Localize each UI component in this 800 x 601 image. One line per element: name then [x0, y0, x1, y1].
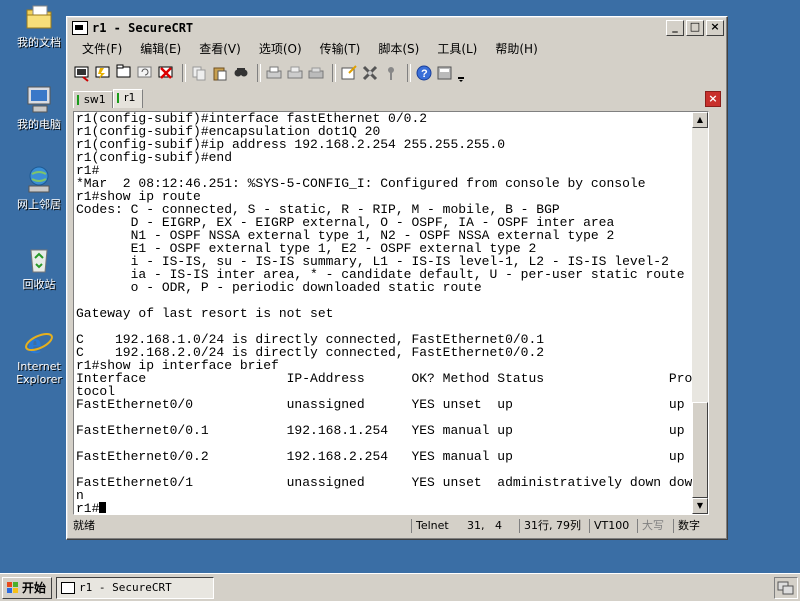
toolbar-separator	[257, 64, 261, 82]
menu-tools[interactable]: 工具(L)	[425, 40, 483, 57]
start-label: 开始	[22, 581, 47, 595]
terminal-line: r1#	[76, 502, 692, 514]
desktop-icon-internet-explorer[interactable]: e Internet Explorer	[4, 326, 74, 386]
status-caps-lock: 大写	[637, 519, 664, 533]
toolbar-separator	[332, 64, 336, 82]
help-icon[interactable]: ?	[415, 64, 433, 82]
desktop-icon-network-places[interactable]: 网上邻居	[4, 164, 74, 211]
network-status-icon[interactable]	[775, 578, 795, 596]
reconnect-icon[interactable]	[136, 64, 154, 82]
my-documents-icon	[23, 2, 55, 34]
quick-connect-icon[interactable]	[94, 64, 112, 82]
minimize-button[interactable]: _	[666, 20, 684, 36]
desktop-icon-label: 网上邻居	[17, 198, 61, 211]
global-options-icon[interactable]	[361, 64, 379, 82]
taskbar: 开始 r1 - SecureCRT	[0, 573, 800, 601]
taskbar-item-securecrt[interactable]: r1 - SecureCRT	[56, 577, 214, 599]
taskbar-item-label: r1 - SecureCRT	[79, 581, 172, 594]
tab-label: r1	[124, 91, 136, 104]
status-ready: 就绪	[73, 519, 95, 532]
svg-text:?: ?	[421, 68, 428, 80]
desktop-icon-label: 我的文档	[17, 36, 61, 49]
terminal-line: o - ODR, P - periodic downloaded static …	[76, 280, 482, 295]
desktop-icon-recycle-bin[interactable]: 回收站	[4, 244, 74, 291]
svg-text:e: e	[28, 327, 41, 358]
desktop-icon-my-computer[interactable]: 我的电脑	[4, 84, 74, 131]
title-bar[interactable]: r1 - SecureCRT _ □ ×	[70, 19, 724, 37]
toolbar-separator	[182, 64, 186, 82]
desktop-icon-label: 我的电脑	[17, 118, 61, 131]
close-tab-icon[interactable]: ×	[705, 91, 721, 107]
securecrt-window: r1 - SecureCRT _ □ × 文件(F) 编辑(E) 查看(V) 选…	[66, 16, 728, 540]
print-screen-icon[interactable]	[307, 64, 325, 82]
session-tabs: sw1 r1 ×	[73, 89, 721, 109]
disconnect-icon[interactable]	[157, 64, 175, 82]
sftp-icon[interactable]	[436, 64, 454, 82]
desktop-icon-label: 回收站	[22, 278, 56, 291]
copy-icon[interactable]	[190, 64, 208, 82]
terminal-line: Interface IP-Address OK? Method Status P…	[76, 371, 693, 386]
system-tray	[774, 577, 798, 599]
start-button[interactable]: 开始	[2, 577, 52, 599]
network-places-icon	[23, 164, 55, 196]
session-options-icon[interactable]	[340, 64, 358, 82]
status-emulation: VT100	[589, 519, 629, 533]
toolbar-separator	[407, 64, 411, 82]
scroll-down-icon[interactable]: ▼	[692, 498, 708, 514]
recycle-bin-icon	[23, 244, 55, 276]
terminal-line: FastEthernet0/1 unassigned YES unset adm…	[76, 475, 693, 490]
status-num-lock: 数字	[673, 519, 700, 533]
status-protocol: Telnet	[411, 519, 449, 533]
menu-bar: 文件(F) 编辑(E) 查看(V) 选项(O) 传输(T) 脚本(S) 工具(L…	[70, 39, 724, 57]
terminal-line: Gateway of last resort is not set	[76, 306, 334, 321]
connect-tab-icon[interactable]	[115, 64, 133, 82]
status-row-col: 31行, 79列	[519, 519, 581, 533]
find-icon[interactable]	[232, 64, 250, 82]
terminal-line: r1(config-subif)#end	[76, 150, 233, 165]
terminal-line: FastEthernet0/0.2 192.168.2.254 YES manu…	[76, 449, 685, 464]
securecrt-app-icon	[61, 582, 75, 594]
scroll-thumb[interactable]	[692, 402, 708, 498]
print-icon[interactable]	[265, 64, 283, 82]
internet-explorer-icon: e	[23, 326, 55, 360]
toolbar-overflow-icon[interactable]	[457, 64, 465, 82]
terminal-pane[interactable]: r1(config-subif)#interface fastEthernet …	[73, 111, 709, 515]
menu-edit[interactable]: 编辑(E)	[128, 40, 187, 57]
maximize-button[interactable]: □	[686, 20, 704, 36]
desktop-icon-label: Internet Explorer	[16, 360, 62, 386]
close-button[interactable]: ×	[706, 20, 724, 36]
menu-script[interactable]: 脚本(S)	[366, 40, 425, 57]
terminal-line: FastEthernet0/0.1 192.168.1.254 YES manu…	[76, 423, 685, 438]
connect-icon[interactable]	[73, 64, 91, 82]
menu-transfer[interactable]: 传输(T)	[308, 40, 367, 57]
scroll-up-icon[interactable]: ▲	[692, 112, 708, 128]
keymap-icon[interactable]	[382, 64, 400, 82]
securecrt-app-icon	[72, 21, 88, 35]
menu-options[interactable]: 选项(O)	[247, 40, 308, 57]
print-selection-icon[interactable]	[286, 64, 304, 82]
my-computer-icon	[23, 84, 55, 116]
windows-logo-icon	[7, 582, 19, 594]
tab-sw1[interactable]: sw1	[73, 91, 113, 108]
tab-r1[interactable]: r1	[113, 89, 143, 108]
toolbar: ?	[73, 61, 721, 85]
terminal-cursor	[99, 502, 107, 513]
desktop-icon-my-documents[interactable]: 我的文档	[4, 2, 74, 49]
menu-file[interactable]: 文件(F)	[70, 40, 128, 57]
tab-label: sw1	[84, 93, 106, 106]
menu-help[interactable]: 帮助(H)	[483, 40, 543, 57]
window-title: r1 - SecureCRT	[92, 21, 194, 35]
menu-view[interactable]: 查看(V)	[187, 40, 247, 57]
terminal-line: FastEthernet0/0 unassigned YES unset up …	[76, 397, 685, 412]
terminal-line: n	[76, 488, 84, 503]
status-cursor-position: 31, 4	[467, 519, 502, 532]
vertical-scrollbar[interactable]: ▲ ▼	[692, 112, 708, 514]
terminal-output: r1(config-subif)#interface fastEthernet …	[76, 112, 693, 514]
paste-icon[interactable]	[211, 64, 229, 82]
status-bar: 就绪 Telnet 31, 4 31行, 79列 VT100 大写 数字	[73, 517, 721, 535]
